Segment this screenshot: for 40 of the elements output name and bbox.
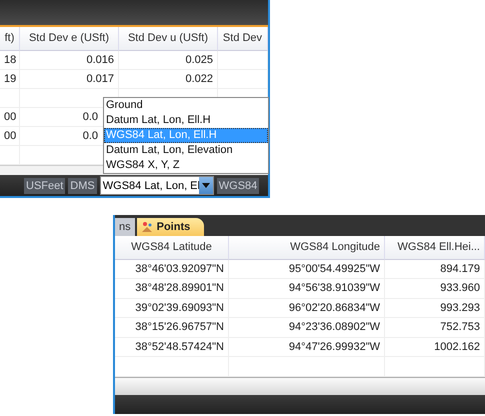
table-cell: 95°00'54.49925"W [229, 260, 385, 280]
dropdown-option[interactable]: Datum Lat, Lon, Elevation [104, 143, 268, 158]
table-cell: 00 [0, 127, 20, 146]
table-cell: 19 [0, 70, 20, 89]
column-header[interactable]: Std Dev e (USft) [20, 27, 119, 51]
column-header[interactable]: WGS84 Latitude [115, 236, 229, 260]
table-cell: 38°15'26.96757"N [115, 318, 229, 338]
table-cell: 752.753 [385, 318, 485, 338]
table-cell: 94°47'26.99932"W [229, 338, 385, 358]
table-cell [218, 51, 268, 70]
dropdown-option[interactable]: WGS84 X, Y, Z [104, 158, 268, 173]
column-header[interactable]: Std Dev [218, 27, 268, 51]
column-header[interactable]: WGS84 Longitude [229, 236, 385, 260]
table-cell: 0.017 [20, 70, 119, 89]
table-cell: 1002.162 [385, 338, 485, 358]
column-header[interactable]: ft) [0, 27, 20, 51]
column-header[interactable]: WGS84 Ell.Hei... [385, 236, 485, 260]
status-item: USFeet [24, 178, 66, 194]
table-cell: 18 [0, 51, 20, 70]
table-cell: 38°46'03.92097"N [115, 260, 229, 280]
status-item: DMS [68, 178, 97, 194]
horizontal-scrollbar[interactable] [115, 376, 485, 395]
table-cell: 38°52'48.57424"N [115, 338, 229, 358]
tab[interactable]: ns [115, 218, 135, 236]
table-cell: 894.179 [385, 260, 485, 280]
table-cell: 0.022 [119, 70, 218, 89]
table-cell: 94°23'36.08902"W [229, 318, 385, 338]
table-cell: 39°02'39.69093"N [115, 298, 229, 318]
tab[interactable]: Points [136, 218, 204, 236]
table-cell: 933.960 [385, 279, 485, 299]
table-cell: 00 [0, 108, 20, 127]
table-cell: 96°02'20.86834"W [229, 298, 385, 318]
table-cell: 0.025 [119, 51, 218, 70]
table-cell: 38°48'28.89901"N [115, 279, 229, 299]
column-header[interactable]: Std Dev u (USft) [119, 27, 218, 51]
table-cell: 94°56'38.91039"W [229, 279, 385, 299]
table-cell: 993.293 [385, 298, 485, 318]
status-item: WGS84 [216, 178, 260, 194]
points-icon [140, 220, 153, 233]
table-cell: 0.016 [20, 51, 119, 70]
